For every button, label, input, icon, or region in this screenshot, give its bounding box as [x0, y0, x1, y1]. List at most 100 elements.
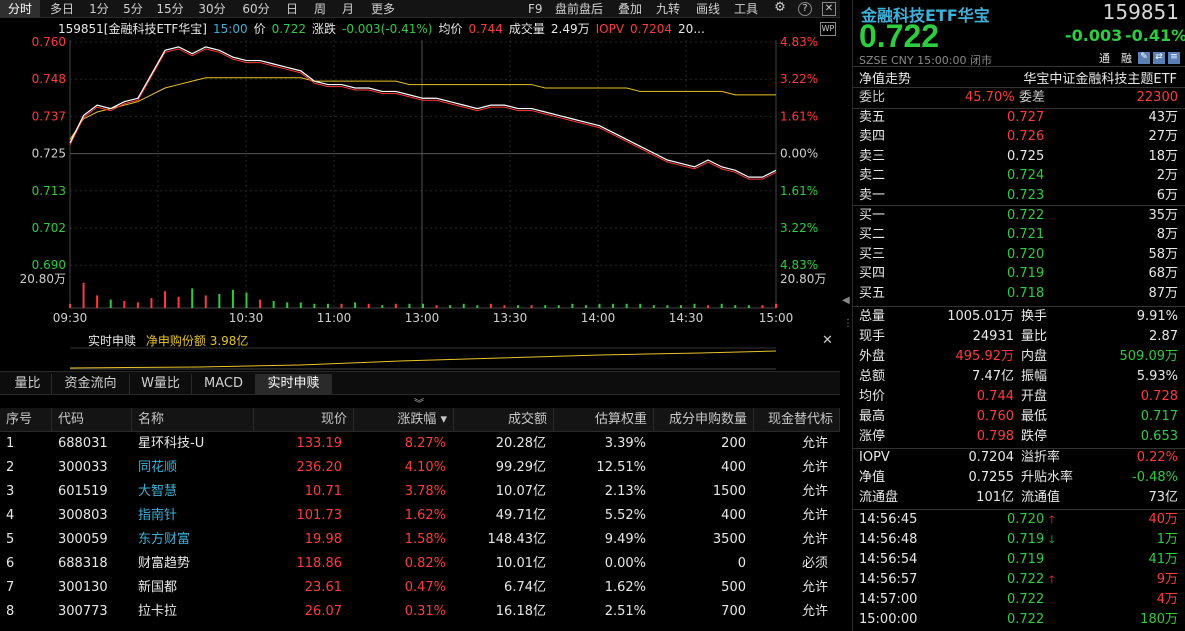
volume-bar [489, 303, 492, 308]
stat-value: 0.744 [976, 389, 1014, 404]
stat-label: 溢折率 [1021, 450, 1061, 465]
tab-60min[interactable]: 60分 [238, 0, 274, 18]
tab-1min[interactable]: 1分 [84, 0, 114, 18]
ask-level-row[interactable]: 卖一 0.723 6万 [853, 186, 1185, 206]
tab-realtime-subscription[interactable]: 实时申赎 [256, 374, 332, 394]
ask-level-row[interactable]: 卖五 0.727 43万 [853, 108, 1185, 128]
tick-row: 14:56:57 0.722 🡑 9万 [853, 570, 1185, 590]
bid-level-row[interactable]: 买四 0.719 68万 [853, 264, 1185, 284]
down-arrow-icon: 🡓 [1049, 533, 1055, 546]
tab-month[interactable]: 月 [336, 0, 360, 18]
nine-turn-button[interactable]: 九转 [656, 0, 680, 18]
volume-bar [191, 288, 194, 308]
stat-value: 24931 [972, 329, 1014, 344]
tab-15min[interactable]: 15分 [152, 0, 188, 18]
nav-trend-link[interactable]: 净值走势 [859, 68, 911, 87]
x-tick-label: 13:30 [493, 311, 528, 325]
col-change-pct[interactable]: 涨跌幅 ▾ [354, 408, 454, 432]
tab-intraday[interactable]: 分时 [0, 0, 40, 18]
help-icon[interactable]: ? [798, 2, 812, 16]
cell-name: 东方财富 [138, 532, 191, 547]
menu-icon[interactable]: ≡ [1168, 52, 1180, 64]
tab-w-volume-ratio[interactable]: W量比 [130, 374, 192, 394]
bid-price: 0.718 [1007, 285, 1045, 301]
tick-time: 15:00:00 [859, 612, 918, 627]
x-tick-label: 14:00 [581, 311, 616, 325]
edit-icon[interactable]: ✎ [1138, 52, 1150, 64]
x-tick-label: 15:00 [759, 311, 794, 325]
tab-week[interactable]: 周 [308, 0, 332, 18]
draw-line-button[interactable]: 画线 [696, 0, 720, 18]
tools-button[interactable]: 工具 [734, 0, 758, 18]
bid-level-row[interactable]: 买三 0.720 58万 [853, 245, 1185, 265]
cell-code: 601519 [58, 484, 108, 499]
table-row[interactable]: 1 688031 星环科技-U 133.19 8.27% 20.28亿 3.39% 200 允许 [0, 432, 840, 456]
table-row[interactable]: 3 601519 大智慧 10.71 3.78% 10.07亿 2.13% 1500 允许 [0, 480, 840, 504]
cell-code: 300803 [58, 508, 108, 523]
stat-value: 9.91% [1136, 309, 1178, 324]
tab-multi-day[interactable]: 多日 [44, 0, 80, 18]
ask-level-row[interactable]: 卖三 0.725 18万 [853, 147, 1185, 167]
ask-level-row[interactable]: 卖四 0.726 27万 [853, 127, 1185, 147]
link-icon[interactable]: ⇄ [1153, 52, 1165, 64]
y-axis-left: 0.760 0.748 0.737 0.725 0.713 0.702 0.69020.80… [20, 35, 66, 286]
table-row[interactable]: 6 688318 财富趋势 118.86 0.82% 10.01亿 0.00% 0 必须 [0, 552, 840, 576]
tick-volume: 180万 [1140, 612, 1178, 627]
bid-price: 0.720 [1007, 246, 1045, 262]
overlay-button[interactable]: 叠加 [618, 0, 642, 18]
tab-day[interactable]: 日 [280, 0, 304, 18]
col-turnover[interactable]: 成交额 [454, 408, 554, 432]
bid-price: 0.722 [1007, 208, 1045, 223]
col-code[interactable]: 代码 [52, 408, 132, 432]
cell-qty: 3500 [712, 532, 746, 547]
ask-level-row[interactable]: 卖二 0.724 2万 [853, 166, 1185, 186]
table-row[interactable]: 5 300059 东方财富 19.98 1.58% 148.43亿 9.49% 3500 允许 [0, 528, 840, 552]
cell-qty: 0 [737, 556, 746, 571]
tracking-index-name: 华宝中证金融科技主题ETF [1023, 72, 1177, 87]
col-weight[interactable]: 估算权重 [554, 408, 654, 432]
volume-bar [299, 302, 302, 308]
cell-seq: 2 [6, 460, 15, 475]
tab-5min[interactable]: 5分 [118, 0, 148, 18]
table-row[interactable]: 7 300130 新国都 23.61 0.47% 6.74亿 1.62% 500 允许 [0, 576, 840, 600]
table-row[interactable]: 8 300773 拉卡拉 26.07 0.31% 16.18亿 2.51% 700 允许 [0, 600, 840, 624]
table-row[interactable]: 2 300033 同花顺 236.20 4.10% 99.29亿 12.51% 400 允许 [0, 456, 840, 480]
cell-seq: 3 [6, 484, 15, 499]
table-header: 序号 代码 名称 现价 涨跌幅 ▾ 成交额 估算权重 成分申购数量 现金替代标 [0, 408, 840, 432]
subscription-chart [69, 347, 777, 370]
cell-seq: 4 [6, 508, 15, 523]
intraday-chart[interactable]: 0.7600.7480.7370.7250.7130.7020.69020.80… [0, 18, 840, 330]
stat-row: 外盘 495.92万 内盘 509.09万 [853, 347, 1185, 367]
f9-button[interactable]: F9 [528, 0, 543, 18]
collapse-arrow-icon[interactable]: ◀ [842, 295, 850, 306]
tab-30min[interactable]: 30分 [194, 0, 230, 18]
cell-change: 1.62% [404, 508, 446, 523]
stat-value: 5.93% [1136, 369, 1178, 384]
drag-handle-icon[interactable]: ⋮ [843, 319, 853, 329]
col-component-qty[interactable]: 成分申购数量 [654, 408, 754, 432]
stat-label: 总额 [859, 369, 886, 384]
col-cash-sub[interactable]: 现金替代标 [754, 408, 840, 432]
bid-level-row[interactable]: 买五 0.718 87万 [853, 284, 1185, 304]
period-tab-bar: 分时 多日 1分 5分 15分 30分 60分 日 周 月 更多 F9 盘前盘后… [0, 0, 840, 18]
close-icon[interactable]: ✕ [822, 2, 836, 16]
pre-post-market-button[interactable]: 盘前盘后 [555, 0, 603, 18]
tab-more[interactable]: 更多 [366, 0, 400, 18]
tab-macd[interactable]: MACD [192, 374, 256, 394]
bid-level-label: 买五 [859, 285, 886, 301]
tab-volume-ratio[interactable]: 量比 [4, 374, 52, 394]
col-name[interactable]: 名称 [132, 408, 254, 432]
col-price[interactable]: 现价 [254, 408, 354, 432]
cell-weight: 9.49% [604, 532, 646, 547]
bid-level-row[interactable]: 买二 0.721 8万 [853, 225, 1185, 245]
col-index[interactable]: 序号 [0, 408, 52, 432]
cell-turnover: 6.74亿 [504, 580, 546, 595]
table-row[interactable]: 4 300803 指南针 101.73 1.62% 49.71亿 5.52% 400 允许 [0, 504, 840, 528]
gear-icon[interactable]: ⚙ [773, 1, 787, 16]
volume-bar [354, 302, 357, 308]
cell-qty: 1500 [712, 484, 746, 499]
volume-bar [503, 305, 506, 308]
bid-level-row[interactable]: 买一 0.722 35万 [853, 206, 1185, 226]
tab-fund-flow[interactable]: 资金流向 [52, 374, 130, 394]
stat-label: 外盘 [859, 349, 886, 364]
